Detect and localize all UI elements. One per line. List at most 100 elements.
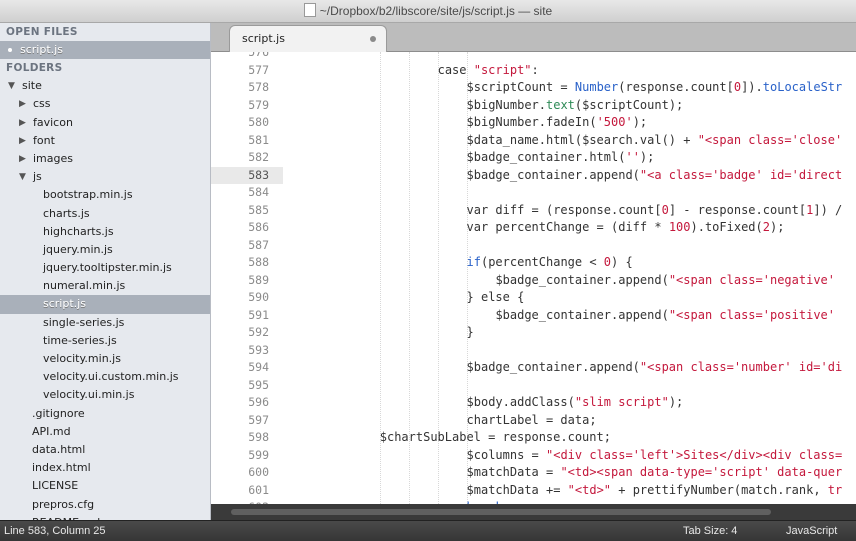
line-number: 590: [248, 290, 269, 304]
tree-file-item[interactable]: API.md: [0, 423, 210, 441]
tree-item-label: bootstrap.min.js: [43, 188, 133, 202]
line-number: 578: [248, 80, 269, 94]
tab-label: script.js: [242, 32, 285, 45]
code-token: ) {: [611, 255, 633, 269]
code-line[interactable]: $badge_container.append("<span class='ne…: [495, 272, 835, 290]
syntax-selector[interactable]: JavaScript: [786, 525, 837, 537]
code-line[interactable]: $bigNumber.text($scriptCount);: [467, 97, 684, 115]
code-token: "slim script": [574, 395, 669, 409]
tree-item-label: highcharts.js: [43, 224, 114, 238]
tree-file-item[interactable]: highcharts.js: [0, 223, 210, 241]
tree-folder-item[interactable]: ▶ font: [0, 132, 210, 150]
tree-file-item[interactable]: data.html: [0, 441, 210, 459]
tree-file-item[interactable]: time-series.js: [0, 332, 210, 350]
tree-item-label: velocity.min.js: [43, 352, 121, 365]
code-line[interactable]: $badge_container.html('');: [467, 149, 655, 167]
tree-file-item[interactable]: velocity.min.js: [0, 350, 210, 368]
code-token: $columns =: [466, 447, 546, 462]
code-token: );: [769, 220, 785, 234]
scrollbar-thumb[interactable]: [231, 509, 771, 515]
code-token: '': [625, 150, 640, 164]
tree-file-item[interactable]: velocity.ui.min.js: [0, 386, 210, 404]
line-number: 582: [248, 150, 269, 164]
tree-file-item[interactable]: prepros.cfg: [0, 496, 210, 514]
code-line[interactable]: $data_name.html($search.val() + "<span c…: [467, 132, 843, 150]
code-token: ] - response.count[: [668, 202, 807, 217]
code-token: $data_name.html($search.val() +: [466, 132, 698, 147]
code-token: }: [466, 325, 474, 339]
code-line[interactable]: }: [467, 324, 474, 342]
code-line[interactable]: $chartSubLabel = response.count;: [380, 429, 611, 447]
disclosure-open-icon[interactable]: ▼: [8, 77, 18, 95]
window-title-text: ~/Dropbox/b2/libscore/site/js/script.js …: [319, 4, 553, 18]
code-token: :: [531, 62, 539, 77]
horizontal-scrollbar[interactable]: [211, 504, 856, 520]
code-token: 0: [603, 255, 612, 269]
tree-folder-item[interactable]: ▶ favicon: [0, 114, 210, 132]
tree-folder-item[interactable]: ▼ site: [0, 77, 210, 95]
code-line[interactable]: chartLabel = data;: [467, 412, 597, 430]
code-line[interactable]: $body.addClass("slim script");: [467, 394, 684, 412]
code-token: $badge_container.append(: [466, 360, 640, 374]
code-token: if: [466, 255, 481, 269]
disclosure-closed-icon[interactable]: ▶: [19, 150, 29, 168]
close-file-icon[interactable]: [8, 48, 12, 52]
tree-file-item[interactable]: LICENSE: [0, 477, 210, 495]
folders-header: FOLDERS: [6, 62, 63, 75]
code-line[interactable]: } else {: [467, 289, 525, 307]
line-number: 600: [248, 465, 269, 479]
modified-dot-icon[interactable]: [370, 36, 376, 42]
tree-file-item[interactable]: single-series.js: [0, 314, 210, 332]
code-line[interactable]: $matchData = "<td><span data-type='scrip…: [467, 464, 843, 482]
tree-file-item[interactable]: index.html: [0, 459, 210, 477]
code-token: $badge_container.append(: [495, 307, 669, 322]
disclosure-closed-icon[interactable]: ▶: [19, 114, 29, 132]
code-token: text: [546, 97, 575, 112]
tree-item-label: .gitignore: [32, 406, 85, 420]
code-line[interactable]: var diff = (response.count[0] - response…: [467, 202, 843, 220]
tree-folder-item[interactable]: ▶ css: [0, 95, 210, 113]
tree-file-item[interactable]: script.js: [0, 295, 210, 314]
disclosure-closed-icon[interactable]: ▶: [19, 95, 29, 113]
code-line[interactable]: if(percentChange < 0) {: [467, 254, 633, 272]
line-number: 595: [248, 377, 269, 392]
code-line[interactable]: $columns = "<div class='left'>Sites</div…: [467, 447, 843, 465]
tree-folder-item[interactable]: ▼ js: [0, 168, 210, 186]
tab-script-js[interactable]: script.js: [229, 25, 387, 52]
line-number: 589: [248, 272, 269, 287]
tree-item-label: images: [33, 151, 73, 165]
tree-item-label: index.html: [32, 461, 91, 475]
sidebar: OPEN FILES script.js FOLDERS ▼ site ▶ css ▶ f…: [0, 23, 211, 520]
code-token: "<span class='positive': [668, 307, 835, 322]
tree-file-item[interactable]: jquery.min.js: [0, 241, 210, 259]
tree-file-item[interactable]: jquery.tooltipster.min.js: [0, 259, 210, 277]
code-token: $body.addClass(: [466, 395, 575, 409]
tree-file-item[interactable]: .gitignore: [0, 405, 210, 423]
disclosure-open-icon[interactable]: ▼: [19, 168, 29, 186]
tab-bar: script.js: [211, 23, 856, 52]
code-token: "<div class='left'>Sites</div><div class…: [546, 447, 843, 462]
tree-file-item[interactable]: velocity.ui.custom.min.js: [0, 368, 210, 386]
code-line[interactable]: $bigNumber.fadeIn('500');: [467, 114, 648, 132]
tab-size-selector[interactable]: Tab Size: 4: [683, 525, 737, 537]
code-token: var diff = (response.count[: [466, 202, 662, 217]
code-token: $chartSubLabel = response.count;: [379, 430, 611, 444]
code-token: "<a class='badge' id='direct: [639, 167, 843, 182]
disclosure-closed-icon[interactable]: ▶: [19, 132, 29, 150]
code-token: (percentChange <: [480, 255, 604, 269]
code-line[interactable]: $badge_container.append("<span class='po…: [495, 307, 835, 325]
code-line[interactable]: $badge_container.append("<a class='badge…: [467, 167, 843, 185]
code-line[interactable]: var percentChange = (diff * 100).toFixed…: [467, 219, 785, 237]
code-line[interactable]: $badge_container.append("<span class='nu…: [467, 359, 843, 377]
tree-file-item[interactable]: bootstrap.min.js: [0, 186, 210, 204]
code-line[interactable]: $matchData += "<td>" + prettifyNumber(ma…: [467, 482, 843, 500]
open-file-item[interactable]: script.js: [0, 41, 210, 60]
tree-file-item[interactable]: numeral.min.js: [0, 277, 210, 295]
code-area[interactable]: 576 577 578 579 580 581 582 583 584 585 586 587 588 5…: [211, 52, 856, 504]
code-token: );: [668, 395, 684, 409]
tree-folder-item[interactable]: ▶ images: [0, 150, 210, 168]
code-line[interactable]: case "script":: [438, 62, 539, 80]
tree-file-item[interactable]: charts.js: [0, 205, 210, 223]
code-line[interactable]: $scriptCount = Number(response.count[0])…: [467, 79, 843, 97]
tree-item-label: jquery.min.js: [43, 242, 113, 256]
